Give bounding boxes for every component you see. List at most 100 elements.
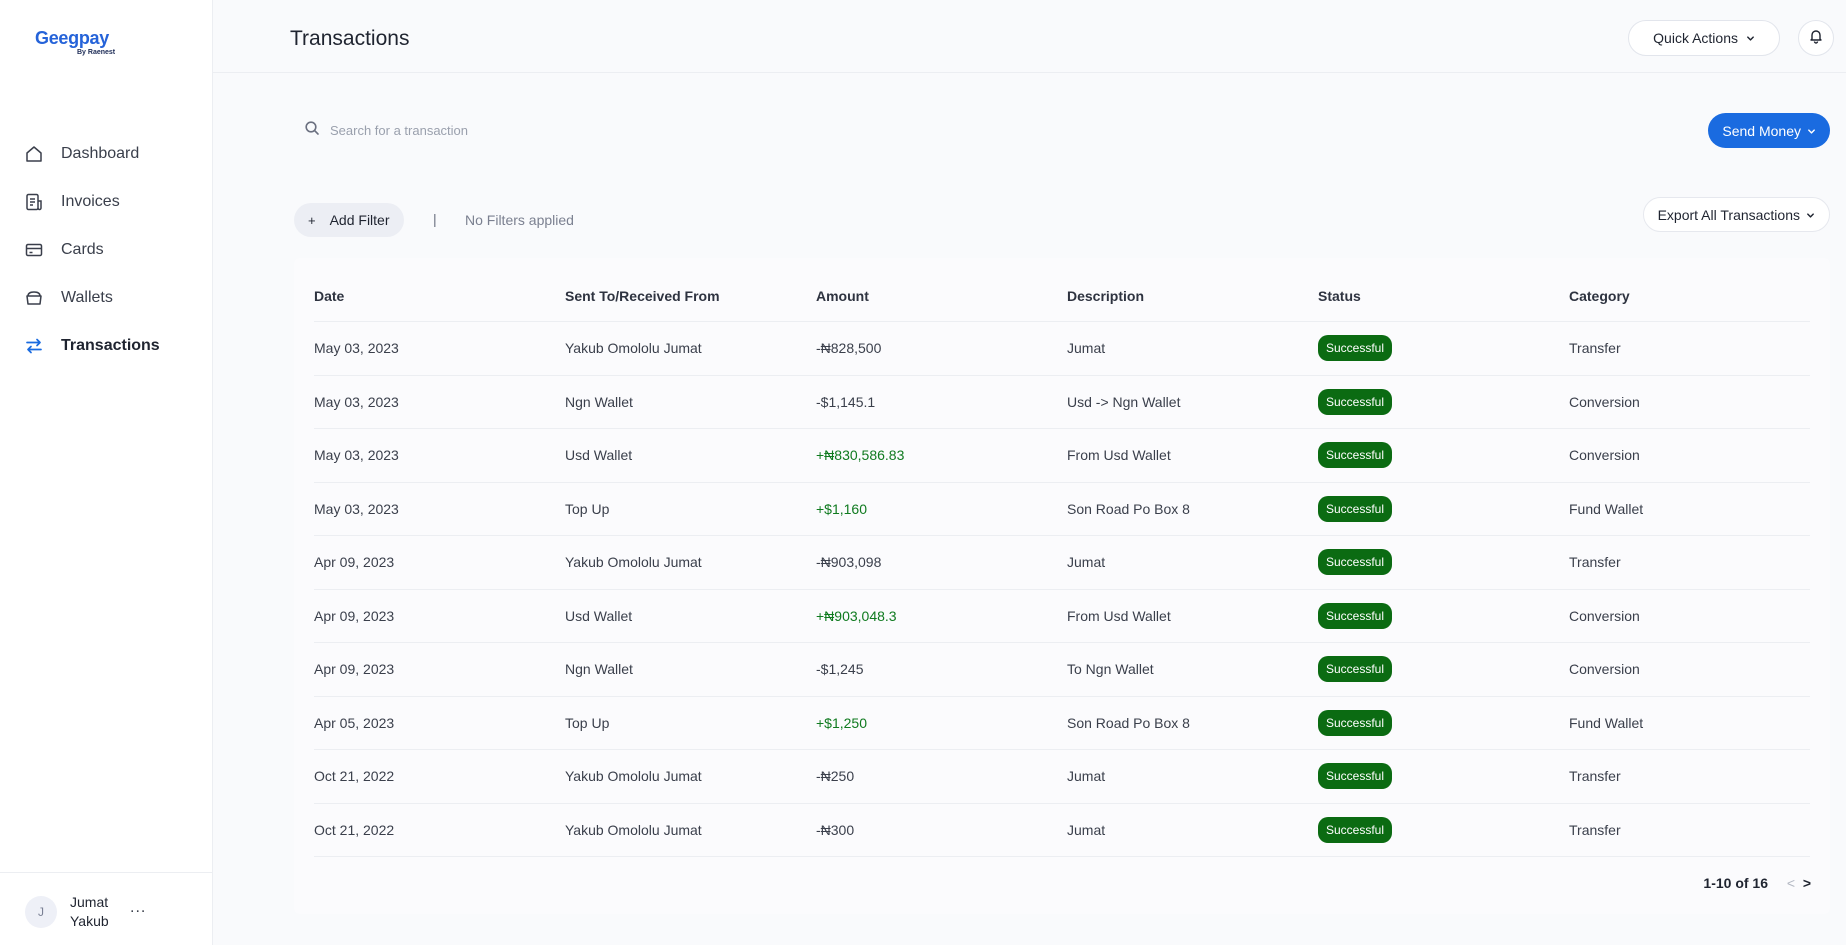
status-badge: Successful bbox=[1318, 442, 1393, 469]
transaction-category: Conversion bbox=[1569, 447, 1640, 464]
table-row[interactable]: May 03, 2023 Usd Wallet +₦830,586.83 From U… bbox=[314, 429, 1810, 483]
table-row[interactable]: Oct 21, 2022 Yakub Omololu Jumat -₦250 Juma… bbox=[314, 750, 1810, 804]
plus-icon: + bbox=[308, 212, 316, 228]
send-money-label: Send Money bbox=[1722, 122, 1801, 139]
transaction-description: Jumat bbox=[1067, 554, 1106, 571]
wallet-icon bbox=[24, 288, 44, 308]
transaction-party: Yakub Omololu Jumat bbox=[565, 821, 702, 838]
brand-sub: By Raenest bbox=[77, 49, 116, 56]
previous-page-button[interactable]: < bbox=[1784, 875, 1798, 891]
table-row[interactable]: Apr 09, 2023 Usd Wallet +₦903,048.3 From Us… bbox=[314, 590, 1810, 643]
notifications-button[interactable] bbox=[1798, 20, 1834, 56]
table-row[interactable]: May 03, 2023 Yakub Omololu Jumat -₦828,500… bbox=[314, 322, 1810, 376]
sidebar-item-label: Dashboard bbox=[61, 145, 140, 162]
chevron-down-icon bbox=[1746, 30, 1755, 46]
next-page-button[interactable]: > bbox=[1800, 875, 1814, 891]
search-icon bbox=[304, 120, 320, 141]
transaction-date: May 03, 2023 bbox=[314, 447, 399, 464]
table-row[interactable]: Apr 05, 2023 Top Up +$1,250 Son Road Po Box… bbox=[314, 697, 1810, 750]
sidebar-item-transactions[interactable]: Transactions bbox=[0, 322, 212, 370]
status-cell: Successful bbox=[1318, 763, 1569, 790]
table-row[interactable]: May 03, 2023 Ngn Wallet -$1,145.1 Usd -> Ng… bbox=[314, 376, 1810, 429]
transaction-party: Usd Wallet bbox=[565, 447, 633, 464]
chevron-down-icon bbox=[1806, 207, 1815, 223]
status-badge: Successful bbox=[1318, 602, 1393, 629]
transaction-amount: +₦903,048.3 bbox=[816, 607, 897, 624]
status-cell: Successful bbox=[1318, 442, 1569, 469]
column-header-date[interactable]: Date bbox=[314, 288, 565, 321]
table-body: May 03, 2023 Yakub Omololu Jumat -₦828,500… bbox=[314, 322, 1810, 857]
sidebar-item-wallets[interactable]: Wallets bbox=[0, 274, 212, 322]
transaction-party: Yakub Omololu Jumat bbox=[565, 340, 702, 357]
transaction-description: Jumat bbox=[1067, 768, 1106, 785]
status-cell: Successful bbox=[1318, 816, 1569, 843]
bell-icon bbox=[1808, 28, 1824, 49]
column-header-description[interactable]: Description bbox=[1067, 288, 1318, 321]
transaction-amount: -₦250 bbox=[816, 768, 855, 785]
status-cell: Successful bbox=[1318, 388, 1569, 415]
add-filter-button[interactable]: + Add Filter bbox=[294, 203, 404, 237]
sidebar-item-label: Cards bbox=[61, 241, 104, 258]
transaction-amount: -$1,145.1 bbox=[816, 393, 876, 410]
table-row[interactable]: May 03, 2023 Top Up +$1,160 Son Road Po Box… bbox=[314, 483, 1810, 536]
status-badge: Successful bbox=[1318, 709, 1393, 736]
transaction-amount: -₦828,500 bbox=[816, 340, 882, 357]
transaction-date: Apr 09, 2023 bbox=[314, 607, 395, 624]
transaction-category: Fund Wallet bbox=[1569, 714, 1644, 731]
table-row[interactable]: Apr 09, 2023 Yakub Omololu Jumat -₦903,098… bbox=[314, 536, 1810, 590]
status-cell: Successful bbox=[1318, 495, 1569, 522]
status-badge: Successful bbox=[1318, 335, 1393, 362]
transaction-description: Jumat bbox=[1067, 340, 1106, 357]
transaction-party: Yakub Omololu Jumat bbox=[565, 554, 702, 571]
send-money-button[interactable]: Send Money bbox=[1708, 113, 1830, 148]
transaction-date: Oct 21, 2022 bbox=[314, 768, 395, 785]
transactions-icon bbox=[24, 336, 44, 356]
transaction-category: Transfer bbox=[1569, 554, 1621, 571]
column-header-amount[interactable]: Amount bbox=[816, 288, 1067, 321]
column-header-party[interactable]: Sent To/Received From bbox=[565, 288, 816, 321]
card-icon bbox=[24, 240, 44, 260]
transaction-date: Apr 09, 2023 bbox=[314, 661, 395, 678]
transaction-party: Ngn Wallet bbox=[565, 393, 633, 410]
transaction-amount: -₦903,098 bbox=[816, 554, 882, 571]
brand-logo[interactable]: Geegpay By Raenest bbox=[35, 28, 125, 62]
sidebar-item-dashboard[interactable]: Dashboard bbox=[0, 130, 212, 178]
chevron-down-icon bbox=[1807, 123, 1816, 139]
table-row[interactable]: Oct 21, 2022 Yakub Omololu Jumat -₦300 Juma… bbox=[314, 804, 1810, 857]
transaction-description: From Usd Wallet bbox=[1067, 607, 1171, 624]
transaction-amount: +$1,160 bbox=[816, 500, 867, 517]
transaction-date: Apr 09, 2023 bbox=[314, 554, 395, 571]
transaction-date: May 03, 2023 bbox=[314, 500, 399, 517]
transaction-date: May 03, 2023 bbox=[314, 393, 399, 410]
sidebar-item-cards[interactable]: Cards bbox=[0, 226, 212, 274]
sidebar-nav: Dashboard Invoices Cards Wallets Transac… bbox=[0, 130, 212, 370]
status-badge: Successful bbox=[1318, 388, 1393, 415]
status-badge: Successful bbox=[1318, 656, 1393, 683]
status-cell: Successful bbox=[1318, 549, 1569, 576]
status-badge: Successful bbox=[1318, 816, 1393, 843]
export-transactions-button[interactable]: Export All Transactions bbox=[1642, 197, 1830, 232]
table-row[interactable]: Apr 09, 2023 Ngn Wallet -$1,245 To Ngn Wall… bbox=[314, 643, 1810, 697]
transaction-amount: +₦830,586.83 bbox=[816, 447, 905, 464]
search-input[interactable] bbox=[330, 122, 730, 138]
column-header-status[interactable]: Status bbox=[1318, 288, 1569, 321]
transaction-category: Conversion bbox=[1569, 661, 1640, 678]
user-menu-button[interactable]: ... bbox=[130, 899, 146, 917]
column-header-category[interactable]: Category bbox=[1569, 288, 1810, 321]
home-icon bbox=[24, 144, 44, 164]
transaction-category: Transfer bbox=[1569, 821, 1621, 838]
transaction-date: Apr 05, 2023 bbox=[314, 714, 395, 731]
transaction-party: Top Up bbox=[565, 500, 610, 517]
transaction-date: May 03, 2023 bbox=[314, 340, 399, 357]
user-name: Jumat Yakub bbox=[70, 894, 109, 929]
sidebar-item-invoices[interactable]: Invoices bbox=[0, 178, 212, 226]
quick-actions-button[interactable]: Quick Actions bbox=[1628, 20, 1780, 56]
transaction-category: Conversion bbox=[1569, 393, 1640, 410]
avatar[interactable]: J bbox=[25, 896, 57, 928]
transaction-category: Transfer bbox=[1569, 340, 1621, 357]
invoice-icon bbox=[24, 192, 44, 212]
user-profile[interactable]: J Jumat Yakub ... bbox=[0, 872, 212, 945]
page-info: 1-10 of 16 bbox=[1703, 875, 1768, 891]
transaction-party: Usd Wallet bbox=[565, 607, 633, 624]
status-cell: Successful bbox=[1318, 709, 1569, 736]
